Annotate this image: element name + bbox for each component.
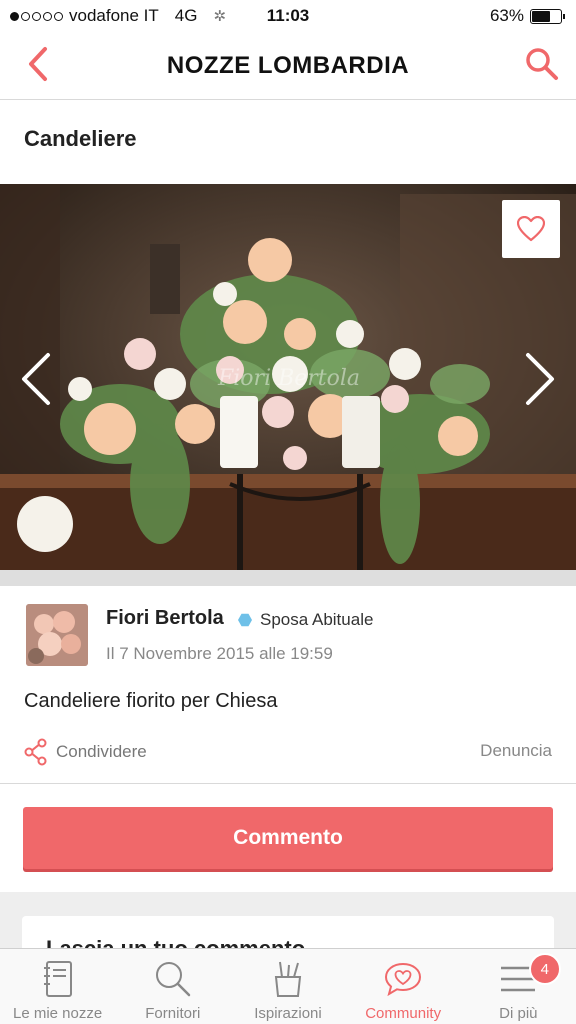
photo-watermark: Fiori Bertola bbox=[218, 366, 361, 391]
share-label: Condividere bbox=[56, 742, 147, 761]
tab-label: Di più bbox=[499, 1005, 538, 1022]
search-icon bbox=[151, 957, 195, 1001]
previous-photo-button[interactable] bbox=[16, 349, 56, 409]
comment-section: Lascia un tuo commento bbox=[0, 892, 576, 952]
status-badge: Sposa Abituale bbox=[238, 610, 373, 630]
navigation-bar: NOZZE LOMBARDIA bbox=[0, 32, 576, 100]
battery-icon bbox=[530, 8, 565, 24]
notification-badge: 4 bbox=[528, 953, 561, 985]
battery-percentage: 63% bbox=[489, 6, 524, 25]
notebook-icon bbox=[36, 957, 80, 1001]
report-link[interactable]: Denuncia bbox=[480, 741, 552, 761]
tab-label: Le mie nozze bbox=[12, 1005, 103, 1022]
tab-di-piu[interactable]: Di più 4 bbox=[461, 949, 576, 1024]
search-button[interactable] bbox=[522, 44, 562, 84]
tab-bar: Le mie nozze Fornitori Ispirazioni Commu… bbox=[0, 948, 576, 1024]
heart-icon bbox=[517, 216, 545, 242]
status-right: 63% bbox=[489, 6, 565, 26]
tab-community[interactable]: Community bbox=[346, 949, 461, 1024]
tab-le-mie-nozze[interactable]: Le mie nozze bbox=[0, 949, 115, 1024]
status-bar: vodafone IT 4G ✲ 11:03 63% bbox=[0, 0, 576, 32]
tab-label: Ispirazioni bbox=[254, 1005, 322, 1022]
post-date: Il 7 Novembre 2015 alle 19:59 bbox=[106, 644, 333, 663]
badge-label: Sposa Abituale bbox=[260, 610, 374, 629]
next-photo-button[interactable] bbox=[520, 349, 560, 409]
hexagon-icon bbox=[238, 613, 252, 627]
search-icon bbox=[526, 48, 558, 80]
page-title: NOZZE LOMBARDIA bbox=[166, 52, 410, 79]
comment-button[interactable]: Commento bbox=[23, 807, 553, 869]
tab-label: Community bbox=[365, 1005, 442, 1022]
heart-bubble-icon bbox=[381, 957, 425, 1001]
comment-card: Lascia un tuo commento bbox=[22, 916, 554, 952]
post-photo[interactable]: Fiori Bertola bbox=[0, 184, 576, 570]
divider bbox=[0, 783, 576, 784]
tab-ispirazioni[interactable]: Ispirazioni bbox=[230, 949, 345, 1024]
tab-fornitori[interactable]: Fornitori bbox=[115, 949, 230, 1024]
avatar[interactable] bbox=[26, 604, 88, 666]
author-name[interactable]: Fiori Bertola bbox=[106, 607, 224, 630]
pencil-cup-icon bbox=[266, 957, 310, 1001]
share-button[interactable]: Condividere bbox=[24, 738, 147, 766]
favorite-button[interactable] bbox=[502, 200, 560, 258]
post-description: Candeliere fiorito per Chiesa bbox=[24, 690, 278, 712]
tab-label: Fornitori bbox=[145, 1005, 201, 1022]
photo-bottom-strip bbox=[0, 570, 576, 586]
avatar-image bbox=[26, 604, 88, 666]
share-icon bbox=[24, 738, 47, 766]
post-title: Candeliere bbox=[24, 126, 137, 151]
